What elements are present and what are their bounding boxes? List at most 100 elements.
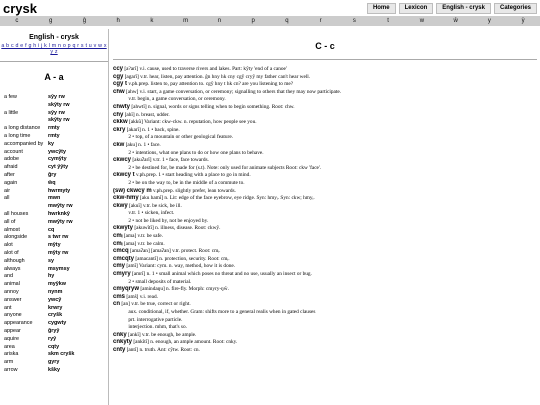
english-word: a few [4,94,17,100]
crysk-word-link[interactable]: sŷy rw [48,94,108,102]
crysk-word-link[interactable]: rmty [48,125,108,133]
crysk-word-link[interactable]: gyry [48,359,108,367]
site-title[interactable]: crysk [3,1,37,16]
nav-english-crysk-button[interactable]: English - crysk [436,3,491,14]
lexicon-entry: cmy [amĭ] Variant: cym. n. way, method, … [113,263,537,271]
headword[interactable]: cnky [113,332,127,338]
headword[interactable]: chwty [113,104,130,110]
headword[interactable]: cnkyty [113,339,132,345]
letter-link[interactable]: g [34,16,68,26]
crysk-word-link[interactable]: rmty [48,133,108,141]
crysk-word-link[interactable]: ĝryŷ [48,328,108,336]
crysk-word-link[interactable]: ywcŷ [48,297,108,305]
letter-link[interactable]: s [338,16,372,26]
crysk-word-link[interactable]: mwŷty rw [48,219,108,227]
headword[interactable]: ckwŷ [113,203,128,209]
headword[interactable]: ckwcŷ [113,157,131,163]
lexicon-entry: 2 • intentions, what one plans to do or … [113,150,537,158]
nav-categories-button[interactable]: Categories [493,3,537,14]
headword[interactable]: ckw [113,142,124,148]
definition: [agarĭ] v.tr. hear, listen, pay attentio… [124,73,311,80]
letter-link[interactable]: h [101,16,135,26]
crysk-word-link[interactable]: myŷkw [48,281,108,289]
headword[interactable]: cgŷ [113,74,123,80]
definition: 2 • small deposits of material. [128,278,192,285]
crysk-word-link[interactable]: s twr rw [48,234,108,242]
letter-link[interactable]: ÿ [506,16,540,26]
crysk-word-link[interactable]: cryŝk [48,312,108,320]
crysk-word-link[interactable]: skŷty rw [48,102,108,110]
nav-lexicon-button[interactable]: Lexicon [398,3,434,14]
crysk-word-link[interactable]: hwrmyty [48,188,108,196]
crysk-word-link[interactable]: sy [48,258,108,266]
headword[interactable]: cmcqty [113,256,134,262]
crysk-word-link[interactable]: hy [48,273,108,281]
definition: [ankĭtĭ] n. enough, an ample amount. Roo… [133,339,238,346]
letter-link[interactable]: y [473,16,507,26]
headword[interactable]: cn [113,301,120,307]
headword[interactable]: ccŷ [113,66,123,72]
letter-link[interactable]: r [304,16,338,26]
headword[interactable]: ckwŷty [113,225,133,231]
headword[interactable]: ckwcŷ t [113,172,135,178]
headword[interactable]: cnty [113,347,125,353]
crysk-word-link[interactable]: nynm [48,289,108,297]
crysk-word-link[interactable]: cyt ÿŷty [48,164,108,172]
headword[interactable]: (sŵ) ckwcŷ m [113,188,152,194]
word-index-list: a few sŷy rw skŷty rw a little sŷy rw skŷty r… [0,94,108,375]
definition: 2 • intentions, what one plans to do or … [128,149,264,156]
headword[interactable]: cmyry [113,271,131,277]
crysk-word-link[interactable]: cygwty [48,320,108,328]
crysk-word-link[interactable]: mwn [48,195,108,203]
letter-link[interactable]: m [169,16,203,26]
index-row: alot of mŷty rw [0,250,108,258]
crysk-word-link[interactable]: ywcŷty [48,149,108,157]
letter-link[interactable]: p [236,16,270,26]
headword[interactable]: cmcq [113,248,129,254]
crysk-word-link[interactable]: cqty [48,344,108,352]
crysk-word-link[interactable]: msymsy [48,266,108,274]
letter-link[interactable]: n [203,16,237,26]
nav-home-button[interactable]: Home [366,3,396,14]
letter-link[interactable]: k [135,16,169,26]
letter-link[interactable]: c [0,16,34,26]
crysk-word-link[interactable]: mŷty [48,242,108,250]
headword[interactable]: cmᵢ [113,233,123,239]
headword[interactable]: ckry [113,127,125,133]
crysk-word-link[interactable]: krwry [48,305,108,313]
crysk-word-link[interactable]: ŵq [48,180,108,188]
crysk-word-link[interactable]: mwŷty rw [48,203,108,211]
alphabet-links[interactable]: a b c d e f g h i j k l m n o p q r s t … [0,43,108,55]
headword[interactable]: cmyqryŵ [113,286,139,292]
letter-link[interactable]: t [371,16,405,26]
crysk-word-link[interactable]: kŝky [48,367,108,375]
crysk-word-link[interactable]: skŷty rw [48,117,108,125]
headword[interactable]: cgŷ t [113,81,127,87]
letter-link[interactable]: w [405,16,439,26]
english-word: all [4,195,10,202]
crysk-word-link[interactable]: cq [48,227,108,235]
crysk-word-link[interactable]: hwrknkŷ [48,211,108,219]
letter-link[interactable]: q [270,16,304,26]
crysk-word-link[interactable]: ĝry [48,172,108,180]
headword[interactable]: ckkw [113,119,128,125]
crysk-word-link[interactable]: ky [48,141,108,149]
headword[interactable]: chw [113,89,125,95]
english-word: appear [4,327,21,334]
headword[interactable]: chy [113,112,123,118]
crysk-word-link[interactable]: skm cryŝk [48,351,108,359]
lexicon-entry: chwty [ahwtĭ] n. signal, words or signs … [113,104,537,112]
crysk-word-link[interactable]: sŷy rw [48,110,108,118]
headword[interactable]: cmy [113,263,125,269]
index-row: a few sŷy rw [0,94,108,102]
letter-link[interactable]: ĝ [68,16,102,26]
crysk-word-link[interactable]: mŷty rw [48,250,108,258]
headword[interactable]: cmŝ [113,294,125,300]
crysk-word-link[interactable]: ryŷ [48,336,108,344]
letter-link[interactable]: ŵ [439,16,473,26]
headword[interactable]: ckw-hmy [113,195,139,201]
headword[interactable]: cmᵢ [113,241,123,247]
definition: v.ph.prep. 1 • start heading with a plac… [136,172,251,179]
crysk-word-link[interactable]: cymŷty [48,156,108,164]
english-word [0,117,48,125]
